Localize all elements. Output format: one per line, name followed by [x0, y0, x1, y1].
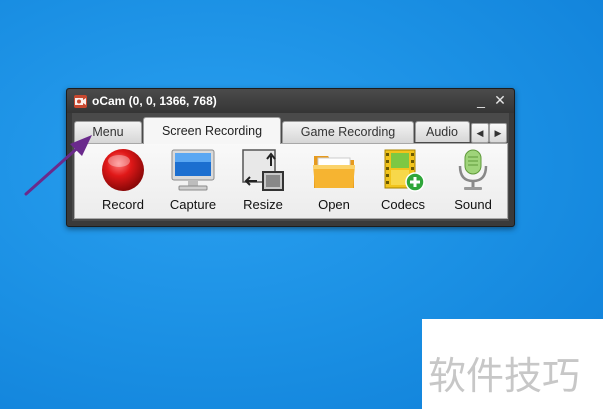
resize-label: Resize: [243, 197, 283, 212]
main-panel: Menu Screen Recording Game Recording Aud…: [72, 113, 509, 221]
tab-screen-recording[interactable]: Screen Recording: [143, 117, 281, 144]
title-bar[interactable]: oCam (0, 0, 1366, 768) _ ✕: [67, 89, 514, 113]
record-button[interactable]: Record: [92, 148, 154, 214]
film-plus-icon: [381, 148, 425, 192]
annotation-arrow-icon: [24, 135, 92, 196]
monitor-icon: [171, 148, 215, 192]
sound-label: Sound: [454, 197, 492, 212]
tab-audio[interactable]: Audio: [415, 121, 470, 142]
resize-icon: [241, 148, 285, 192]
tab-scroll-left-button[interactable]: ◀: [471, 123, 489, 143]
watermark-text: 软件技巧: [428, 354, 581, 398]
capture-label: Capture: [169, 197, 217, 212]
codecs-label: Codecs: [380, 197, 426, 212]
codecs-button[interactable]: Codecs: [372, 148, 434, 214]
window-title: oCam (0, 0, 1366, 768): [92, 94, 217, 108]
sound-button[interactable]: Sound: [442, 148, 504, 214]
resize-button[interactable]: Resize: [232, 148, 294, 214]
open-button[interactable]: Open: [303, 148, 365, 214]
ocam-app-icon: [74, 95, 87, 108]
tab-game-recording[interactable]: Game Recording: [282, 121, 414, 143]
minimize-button[interactable]: _: [472, 92, 490, 109]
close-button[interactable]: ✕: [491, 92, 509, 109]
open-label: Open: [318, 197, 350, 212]
toolbar: Record Capture Resize Open Codecs Sound: [74, 143, 508, 219]
tab-strip: Menu Screen Recording Game Recording Aud…: [72, 117, 509, 144]
tab-scroll-right-button[interactable]: ▶: [489, 123, 507, 143]
watermark-panel: 软件技巧: [422, 319, 603, 409]
folder-icon: [312, 148, 356, 192]
microphone-icon: [451, 148, 495, 192]
ocam-window: oCam (0, 0, 1366, 768) _ ✕ Menu Screen R…: [66, 88, 515, 227]
record-label: Record: [102, 197, 144, 212]
record-icon: [101, 148, 145, 192]
capture-button[interactable]: Capture: [162, 148, 224, 214]
